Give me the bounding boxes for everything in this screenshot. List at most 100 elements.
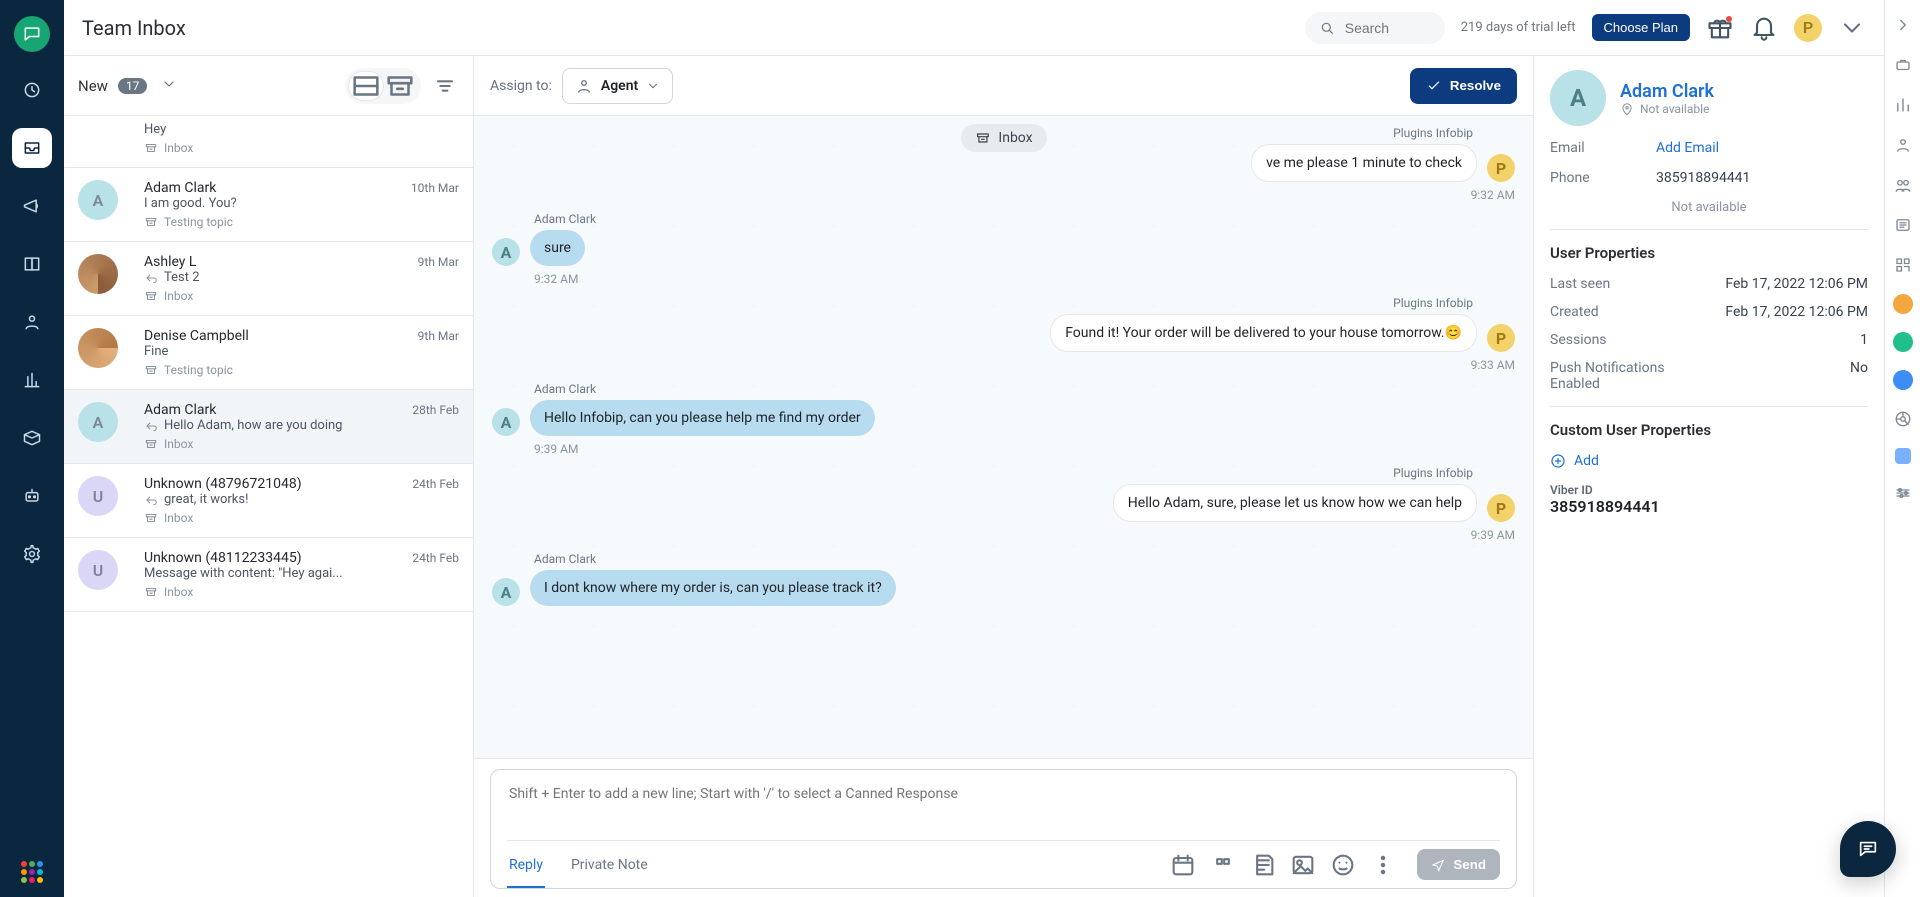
conversation-item[interactable]: Hey Inbox [64, 116, 473, 168]
gift-icon[interactable] [1706, 14, 1734, 42]
list-header: New 17 [64, 56, 473, 116]
conversation-channel: Testing topic [164, 363, 233, 377]
conversation-name: Unknown (48796721048) [144, 476, 302, 492]
composer: Reply Private Note [474, 758, 1533, 897]
conversation-name: Adam Clark [144, 180, 216, 196]
viber-id-value: 385918894441 [1550, 497, 1868, 516]
custom-user-properties-title: Custom User Properties [1550, 421, 1868, 439]
rail-expand-icon[interactable] [1892, 14, 1914, 36]
archive-icon [974, 130, 990, 146]
send-button[interactable]: Send [1417, 849, 1500, 880]
conversation-item[interactable]: A Adam Clark 28th Feb Hello Adam, how ar… [64, 390, 473, 464]
left-rail [0, 0, 64, 897]
message-input[interactable] [507, 784, 1500, 828]
resolve-button[interactable]: Resolve [1410, 68, 1517, 104]
tab-private-note[interactable]: Private Note [569, 851, 650, 879]
message-avatar: A [492, 408, 520, 436]
list-filter-label[interactable]: New [78, 77, 108, 95]
view-toggle[interactable] [345, 68, 421, 104]
rail-newspaper-icon[interactable] [1892, 214, 1914, 236]
message-avatar: A [492, 578, 520, 606]
nav-reports[interactable] [12, 360, 52, 400]
note-button[interactable] [1249, 851, 1277, 879]
conversation-date: 24th Feb [412, 551, 459, 565]
resolve-label: Resolve [1450, 78, 1501, 93]
nav-settings[interactable] [12, 534, 52, 574]
conversation-channel: Inbox [164, 437, 193, 451]
inbox-tray-pill[interactable]: Inbox [960, 124, 1046, 152]
conversation-avatar: A [78, 402, 118, 442]
send-label: Send [1453, 857, 1486, 872]
nav-knowledge[interactable] [12, 244, 52, 284]
quote-button[interactable] [1209, 851, 1237, 879]
rail-qr-icon[interactable] [1892, 254, 1914, 276]
message-sender: Plugins Infobip [1393, 126, 1473, 140]
conversation-avatar: U [78, 476, 118, 516]
message-time: 9:32 AM [1471, 188, 1515, 202]
image-button[interactable] [1289, 851, 1317, 879]
conversation-name: Ashley L [144, 254, 196, 270]
message-avatar: P [1487, 494, 1515, 522]
add-email-link[interactable]: Add Email [1656, 140, 1868, 156]
conversation-date: 28th Feb [412, 403, 459, 417]
conversation-item[interactable]: Denise Campbell 9th Mar Fine Testing top… [64, 316, 473, 390]
filter-button[interactable] [431, 72, 459, 100]
rail-badge-green[interactable] [1893, 332, 1913, 352]
assign-agent-dropdown[interactable]: Agent [562, 68, 673, 104]
floating-chat-button[interactable] [1840, 821, 1896, 877]
message-bubble: Hello Adam, sure, please let us know how… [1113, 484, 1477, 522]
nav-announcements[interactable] [12, 186, 52, 226]
conversation-item[interactable]: A Adam Clark 10th Mar I am good. You? Te… [64, 168, 473, 242]
message-row: Plugins InfobipHello Adam, sure, please … [492, 466, 1515, 542]
rail-badge-blue[interactable] [1893, 370, 1913, 390]
prop-sessions-label: Sessions [1550, 332, 1670, 348]
nav-contacts[interactable] [12, 302, 52, 342]
tab-reply[interactable]: Reply [507, 851, 545, 879]
global-search[interactable] [1305, 12, 1445, 44]
nav-packages[interactable] [12, 418, 52, 458]
rail-badge-orange[interactable] [1893, 294, 1913, 314]
view-archived-icon[interactable] [383, 72, 417, 100]
list-filter-caret[interactable] [161, 76, 177, 96]
prop-last-seen-label: Last seen [1550, 276, 1670, 292]
topbar-avatar[interactable]: P [1794, 14, 1822, 42]
conversation-item[interactable]: U Unknown (48796721048) 24th Feb great, … [64, 464, 473, 538]
rail-square-blue[interactable] [1895, 448, 1911, 464]
viber-id-label: Viber ID [1550, 483, 1868, 497]
conversation-date: 9th Mar [418, 255, 459, 269]
rail-user-icon[interactable] [1892, 134, 1914, 156]
choose-plan-button[interactable]: Choose Plan [1592, 14, 1690, 41]
user-menu-caret[interactable] [1838, 14, 1866, 42]
apps-grid-icon[interactable] [21, 861, 43, 883]
rail-chart-icon[interactable] [1892, 94, 1914, 116]
chat-bubble-icon [1857, 838, 1879, 860]
profile-name[interactable]: Adam Clark [1620, 81, 1714, 102]
emoji-button[interactable] [1329, 851, 1357, 879]
view-active-icon[interactable] [349, 72, 383, 100]
topbar: Team Inbox 219 days of trial left Choose… [64, 0, 1884, 56]
conversation-name: Adam Clark [144, 402, 216, 418]
conversation-avatar [78, 328, 118, 368]
rail-suitcase-icon[interactable] [1892, 54, 1914, 76]
rail-chrome-icon[interactable] [1892, 408, 1914, 430]
rail-team-icon[interactable] [1892, 174, 1914, 196]
conversation-list[interactable]: Hey Inbox A Adam Clark 10th Mar I am goo… [64, 116, 473, 897]
conversation-date: 24th Feb [412, 477, 459, 491]
conversation-item[interactable]: U Unknown (48112233445) 24th Feb Message… [64, 538, 473, 612]
conversation-avatar: A [78, 180, 118, 220]
message-time: 9:32 AM [534, 272, 578, 286]
add-custom-property[interactable]: Add [1550, 453, 1868, 469]
message-row: Plugins InfobipFound it! Your order will… [492, 296, 1515, 372]
message-sender: Adam Clark [534, 212, 596, 226]
rail-sliders-icon[interactable] [1892, 482, 1914, 504]
calendar-button[interactable] [1169, 851, 1197, 879]
conversation-date: 9th Mar [418, 329, 459, 343]
nav-dashboard[interactable] [12, 70, 52, 110]
search-input[interactable] [1343, 19, 1423, 37]
more-button[interactable] [1369, 851, 1397, 879]
message-time: 9:39 AM [534, 442, 578, 456]
nav-bots[interactable] [12, 476, 52, 516]
nav-inbox[interactable] [12, 128, 52, 168]
bell-icon[interactable] [1750, 14, 1778, 42]
conversation-item[interactable]: Ashley L 9th Mar Test 2 Inbox [64, 242, 473, 316]
